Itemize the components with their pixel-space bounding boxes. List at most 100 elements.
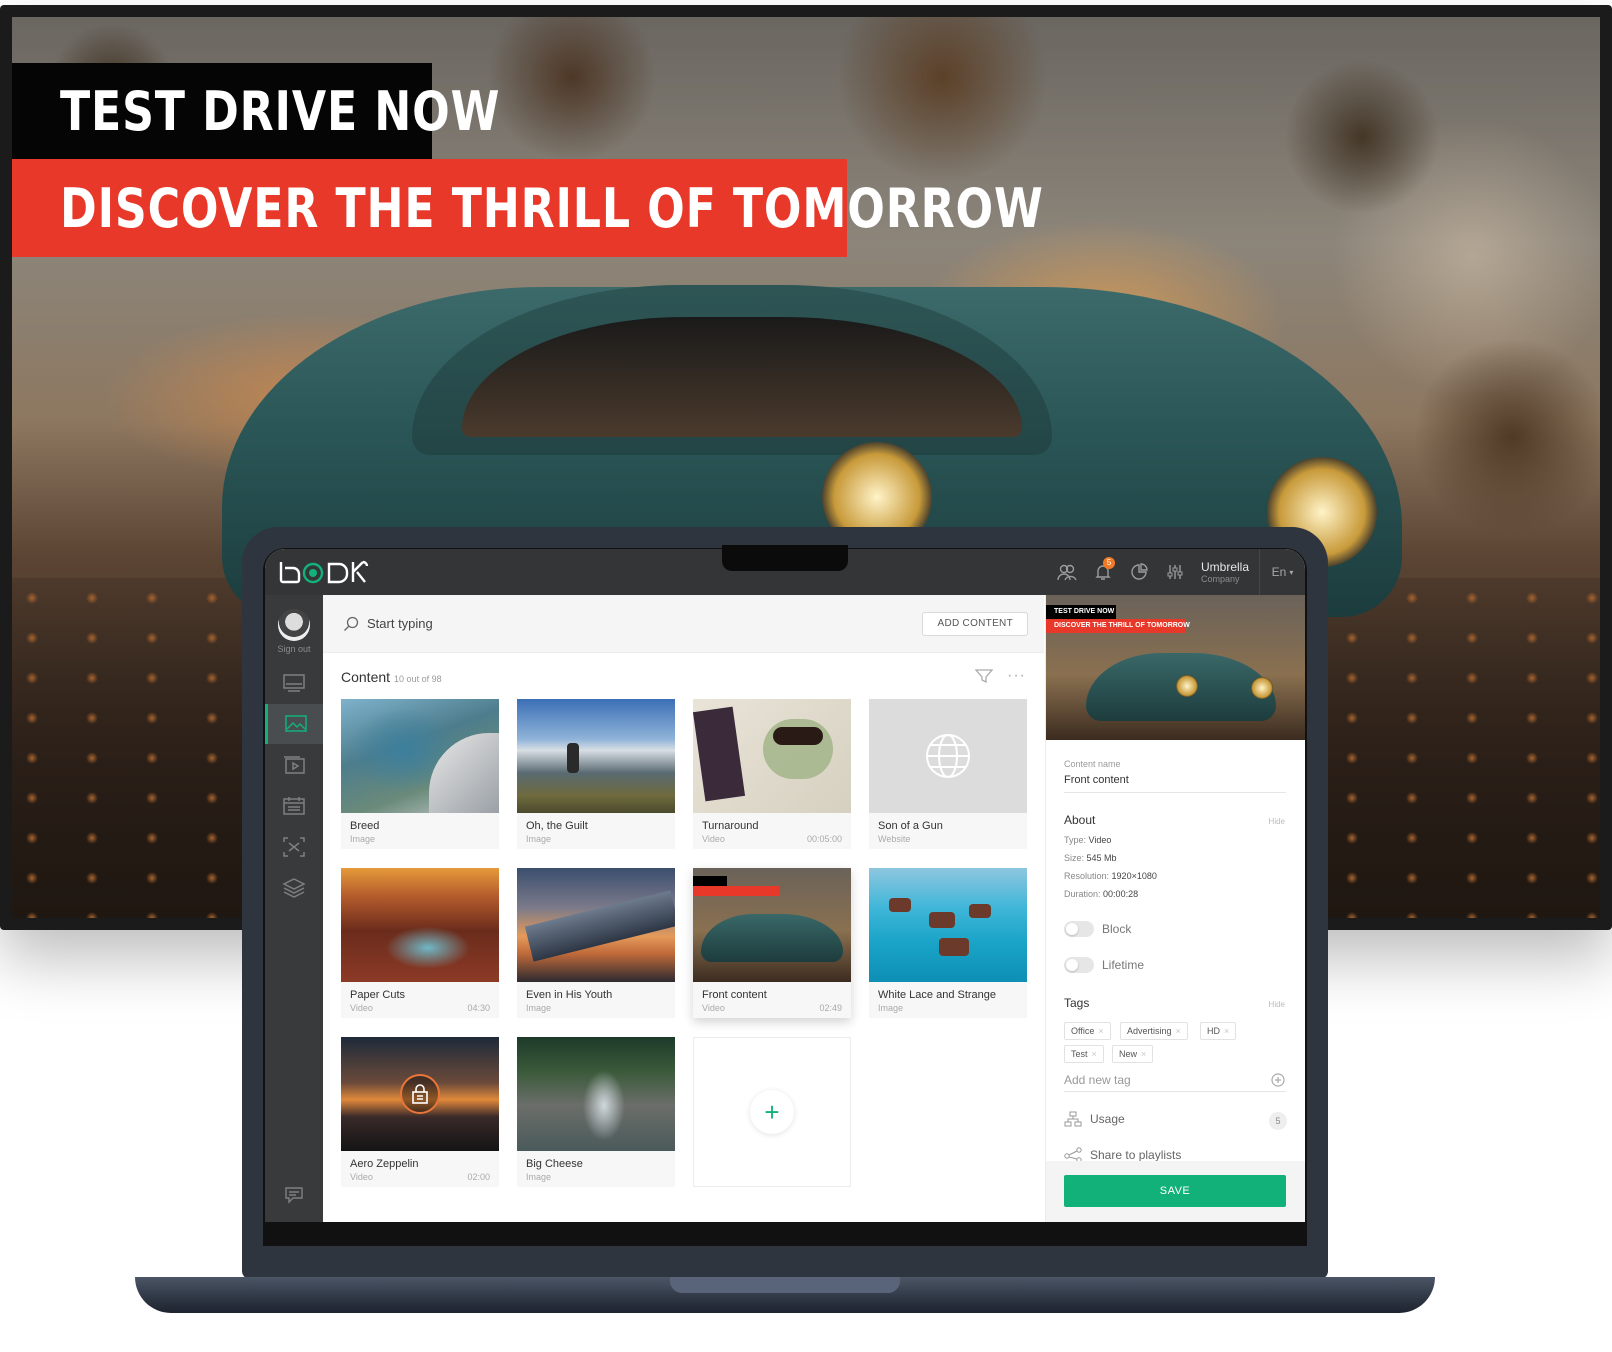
content-duration: 02:00 [467, 1172, 490, 1182]
info-duration: Duration: 00:00:28 [1064, 889, 1139, 899]
preview-subheadline: DISCOVER THE THRILL OF TOMORROW [1046, 619, 1190, 633]
headline-banner: TEST DRIVE NOW [12, 63, 499, 159]
add-content-button[interactable]: ADD CONTENT [922, 612, 1028, 636]
subheadline-banner: DISCOVER THE THRILL OF TOMORROW [12, 159, 1043, 257]
search-input[interactable]: Start typing [367, 616, 433, 631]
add-content-card[interactable]: + [693, 1037, 851, 1187]
content-duration: 04:30 [467, 1003, 490, 1013]
filter-icon[interactable] [975, 668, 994, 684]
account-switcher[interactable]: Umbrella Company [1201, 561, 1259, 584]
thumbnail [869, 868, 1027, 982]
camera-notch [722, 545, 848, 571]
content-card[interactable]: Turnaround Video 00:05:00 [693, 699, 851, 849]
content-name: Turnaround [702, 820, 759, 832]
plus-icon[interactable]: + [750, 1090, 794, 1134]
headline-text: TEST DRIVE NOW [60, 79, 501, 143]
block-toggle-row: Block [1064, 921, 1131, 937]
sidebar-item-layouts[interactable] [265, 827, 323, 867]
content-count: 10 out of 98 [394, 674, 442, 684]
notifications-bell-icon[interactable]: 5 [1085, 549, 1121, 595]
close-icon[interactable]: × [1092, 1049, 1097, 1059]
image-gallery-icon [284, 715, 307, 732]
marketing-stage: TEST DRIVE NOW DISCOVER THE THRILL OF TO… [0, 0, 1612, 1352]
settings-sliders-icon[interactable] [1157, 549, 1193, 595]
block-toggle[interactable] [1064, 921, 1094, 937]
tag-chip[interactable]: Advertising × [1120, 1022, 1188, 1040]
close-icon[interactable]: × [1098, 1026, 1103, 1036]
locked-icon [400, 1074, 440, 1114]
content-name: Big Cheese [526, 1158, 583, 1170]
content-name: Paper Cuts [350, 989, 406, 1001]
sidebar-item-screens[interactable] [265, 663, 323, 703]
content-duration: 02:49 [819, 1003, 842, 1013]
about-title: About [1064, 813, 1096, 827]
details-panel: TEST DRIVE NOW DISCOVER THE THRILL OF TO… [1045, 595, 1305, 1222]
language-value: En [1271, 565, 1287, 579]
save-button[interactable]: SAVE [1064, 1175, 1286, 1207]
content-card[interactable]: White Lace and Strange Image [869, 868, 1027, 1018]
content-name: Aero Zeppelin [350, 1158, 419, 1170]
lifetime-toggle-row: Lifetime [1064, 957, 1144, 973]
tag-chip[interactable]: New × [1112, 1045, 1154, 1063]
users-icon[interactable] [1049, 549, 1085, 595]
content-area: Start typing ADD CONTENT Content 10 out … [323, 595, 1044, 1222]
search-bar: Start typing ADD CONTENT [323, 595, 1044, 653]
thumbnail [341, 868, 499, 982]
more-options-icon[interactable]: ··· [1007, 667, 1026, 685]
content-card[interactable]: Paper Cuts Video 04:30 [341, 868, 499, 1018]
block-label: Block [1102, 922, 1132, 936]
chat-button[interactable] [265, 1175, 323, 1215]
content-card[interactable]: Oh, the Guilt Image [517, 699, 675, 849]
content-type: Image [878, 1003, 904, 1013]
close-icon[interactable]: × [1176, 1026, 1181, 1036]
sidebar: Sign out [265, 595, 323, 1222]
content-name-field[interactable]: Front content [1064, 774, 1129, 786]
lifetime-label: Lifetime [1102, 958, 1145, 972]
sidebar-item-widgets[interactable] [265, 868, 323, 908]
close-icon[interactable]: × [1224, 1026, 1229, 1036]
thumbnail [517, 699, 675, 813]
fullscreen-icon [283, 837, 305, 857]
layers-icon [282, 878, 306, 898]
add-circle-icon[interactable] [1271, 1073, 1285, 1087]
usage-count: 5 [1269, 1112, 1287, 1130]
display-icon [283, 674, 305, 692]
account-role: Company [1200, 573, 1240, 584]
content-type: Video [702, 1003, 725, 1013]
analytics-pie-icon[interactable] [1121, 549, 1157, 595]
tag-chip[interactable]: HD × [1200, 1022, 1237, 1040]
content-card[interactable]: Son of a Gun Website [869, 699, 1027, 849]
playlist-icon [284, 756, 305, 774]
app-logo[interactable] [277, 559, 371, 585]
content-name: Even in His Youth [526, 989, 613, 1001]
avatar[interactable] [278, 609, 310, 641]
lifetime-toggle[interactable] [1064, 957, 1094, 973]
tag-chip[interactable]: Test × [1064, 1045, 1104, 1063]
sidebar-item-playlists[interactable] [265, 745, 323, 785]
about-hide-toggle[interactable]: Hide [1269, 817, 1285, 826]
calendar-icon [283, 797, 305, 815]
tag-chip[interactable]: Office × [1064, 1022, 1111, 1040]
content-card[interactable]: Even in His Youth Image [517, 868, 675, 1018]
content-type: Image [350, 834, 376, 844]
content-name: White Lace and Strange [878, 989, 997, 1001]
info-type: Type: Video [1064, 835, 1112, 845]
content-type: Image [526, 834, 552, 844]
content-card[interactable]: Breed Image [341, 699, 499, 849]
content-card[interactable]: Big Cheese Image [517, 1037, 675, 1187]
content-name: Son of a Gun [878, 820, 943, 832]
sidebar-item-content[interactable] [265, 704, 323, 744]
content-card-selected[interactable]: Front content Video 02:49 [693, 868, 851, 1018]
content-card[interactable]: Aero Zeppelin Video 02:00 [341, 1037, 499, 1187]
sidebar-item-schedule[interactable] [265, 786, 323, 826]
tags-hide-toggle[interactable]: Hide [1269, 1000, 1285, 1009]
language-select[interactable]: En ▾ [1259, 549, 1305, 595]
content-preview: TEST DRIVE NOW DISCOVER THE THRILL OF TO… [1046, 595, 1305, 740]
usage-row[interactable]: Usage [1064, 1111, 1125, 1127]
search-icon [344, 616, 359, 631]
close-icon[interactable]: × [1141, 1049, 1146, 1059]
thumbnail [693, 868, 851, 982]
content-name: Front content [702, 989, 767, 1001]
add-tag-input[interactable]: Add new tag [1064, 1073, 1131, 1087]
sign-out-link[interactable]: Sign out [265, 644, 323, 654]
